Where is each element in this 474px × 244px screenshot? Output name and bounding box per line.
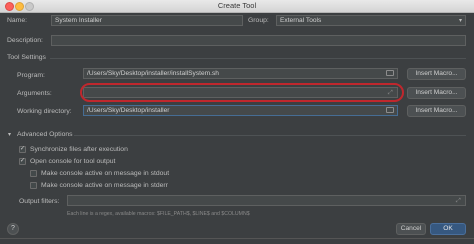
collapse-triangle-icon[interactable]: ▾: [8, 131, 11, 138]
name-label: Name:: [7, 17, 28, 24]
description-label: Description:: [7, 37, 43, 44]
stdout-label: Make console active on message in stdout: [41, 170, 170, 177]
advanced-options-divider: [74, 135, 466, 136]
stderr-label: Make console active on message in stderr: [41, 182, 168, 189]
description-field[interactable]: [51, 35, 466, 46]
folder-icon[interactable]: [386, 107, 394, 113]
open-console-checkbox[interactable]: ✓: [19, 158, 26, 165]
program-value: /Users/Sky/Desktop/installer/installSyst…: [87, 70, 219, 77]
output-filters-field[interactable]: [67, 195, 466, 206]
sync-checkbox[interactable]: ✓: [19, 146, 26, 153]
tool-settings-header: Tool Settings: [7, 54, 46, 61]
folder-icon[interactable]: [386, 70, 394, 76]
program-label: Program:: [17, 72, 45, 79]
resize-divider: [0, 238, 474, 239]
advanced-options-header: Advanced Options: [17, 131, 73, 138]
arguments-label: Arguments:: [17, 90, 52, 97]
chevron-down-icon: ▾: [458, 18, 462, 24]
insert-macro-arguments-button[interactable]: Insert Macro...: [407, 87, 466, 99]
cancel-button[interactable]: Cancel: [396, 223, 426, 235]
name-field[interactable]: System Installer: [51, 15, 243, 26]
open-console-label: Open console for tool output: [30, 158, 116, 165]
ok-button[interactable]: OK: [430, 223, 466, 235]
stderr-checkbox[interactable]: [30, 182, 37, 189]
output-filters-hint: Each line is a regex, available macros: …: [67, 211, 250, 217]
group-label: Group:: [248, 17, 269, 24]
insert-macro-workdir-button[interactable]: Insert Macro...: [407, 105, 466, 117]
window-title: Create Tool: [217, 1, 257, 10]
group-combobox[interactable]: External Tools ▾: [276, 15, 466, 26]
checkmark-icon: ✓: [20, 146, 26, 152]
working-directory-field[interactable]: /Users/Sky/Desktop/installer: [83, 105, 398, 116]
help-button[interactable]: ?: [7, 223, 19, 235]
highlight-annotation: [80, 83, 404, 102]
insert-macro-program-button[interactable]: Insert Macro...: [407, 68, 466, 80]
stdout-checkbox[interactable]: [30, 170, 37, 177]
working-directory-label: Working directory:: [17, 108, 72, 115]
output-filters-label: Output filters:: [19, 198, 60, 205]
group-value: External Tools: [280, 17, 322, 24]
checkmark-icon: ✓: [20, 158, 26, 164]
working-directory-value: /Users/Sky/Desktop/installer: [87, 107, 170, 114]
sync-label: Synchronize files after execution: [30, 146, 128, 153]
tool-settings-divider: [50, 58, 466, 59]
expand-icon[interactable]: ⤢: [456, 198, 461, 205]
program-field[interactable]: /Users/Sky/Desktop/installer/installSyst…: [83, 68, 398, 79]
